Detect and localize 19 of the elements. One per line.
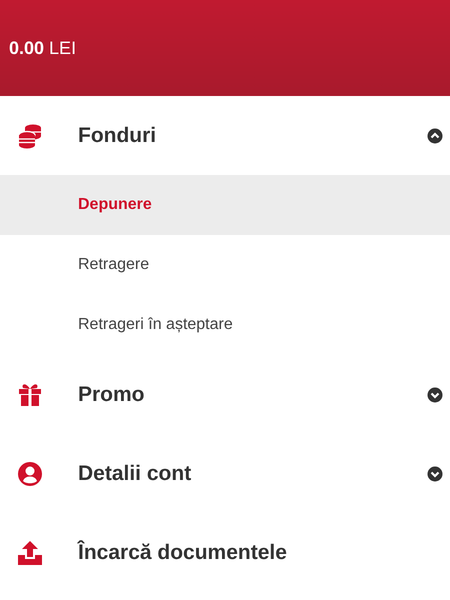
- menu-label: Detalii cont: [78, 462, 192, 486]
- menu-item[interactable]: Fonduri: [0, 96, 450, 175]
- user-icon: [17, 460, 43, 486]
- menu-label: Promo: [78, 382, 146, 406]
- chevron-up-icon[interactable]: [427, 128, 443, 144]
- submenu-item[interactable]: Retrageri în așteptare: [0, 295, 450, 355]
- menu-label: Fonduri: [78, 124, 158, 148]
- chevron-down-icon[interactable]: [427, 386, 443, 402]
- chevron-down-icon[interactable]: [427, 466, 443, 482]
- menu-item[interactable]: Încarcă documentele: [0, 513, 450, 592]
- menu-item[interactable]: Detalii cont: [0, 434, 450, 513]
- coins-icon: [17, 122, 43, 148]
- menu-label: Încarcă documentele: [78, 540, 288, 564]
- submenu-item[interactable]: Depunere: [0, 175, 450, 235]
- balance: 0.00 LEI: [9, 38, 76, 58]
- upload-icon: [17, 540, 43, 566]
- gift-icon: [17, 382, 43, 406]
- submenu-item[interactable]: Retragere: [0, 235, 450, 295]
- menu-item[interactable]: Promo: [0, 355, 450, 434]
